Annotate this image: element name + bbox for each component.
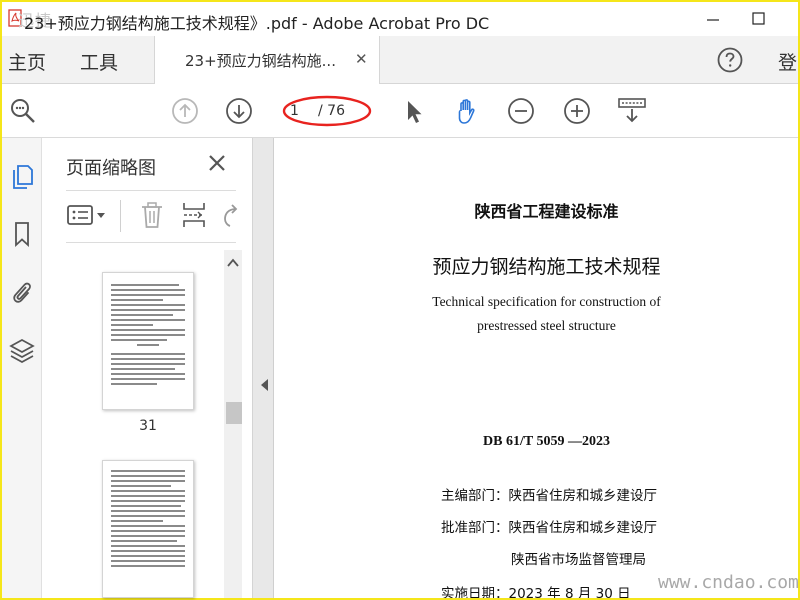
zoom-search-icon[interactable]	[8, 96, 38, 126]
chevron-up-icon[interactable]	[224, 254, 242, 272]
thumbnail-page-label: 31	[139, 418, 157, 434]
approver-department: 批准部门：陕西省住房和城乡建设厅	[441, 520, 657, 536]
close-icon[interactable]	[206, 152, 228, 174]
pages-icon[interactable]	[8, 162, 36, 190]
panel-title: 页面缩略图	[66, 158, 156, 179]
scrollbar-thumb[interactable]	[226, 402, 242, 424]
document-view[interactable]: 陕西省工程建设标准 预应力钢结构施工技术规程 Technical specifi…	[275, 138, 798, 598]
minimize-icon[interactable]	[698, 6, 728, 32]
panel-divider	[66, 190, 236, 191]
document-tab-label: 23+预应力钢结构施...	[185, 52, 336, 70]
collapse-left-icon[interactable]	[259, 378, 269, 392]
tab-document[interactable]: 23+预应力钢结构施... ✕	[154, 36, 380, 84]
document-title-cn: 预应力钢结构施工技术规程	[432, 256, 661, 278]
help-icon[interactable]	[716, 46, 744, 74]
thumbnail-options-icon[interactable]	[66, 200, 110, 230]
tab-bar: 主页 工具 23+预应力钢结构施... ✕ 登	[2, 36, 798, 84]
document-title-en-line1: Technical specification for construction…	[432, 294, 661, 309]
page-navigator: / 76	[282, 94, 372, 128]
delete-icon[interactable]	[138, 200, 166, 230]
sign-in-link[interactable]: 登	[778, 48, 797, 75]
page-thumbnail[interactable]	[102, 460, 194, 598]
zoom-in-icon[interactable]	[562, 96, 592, 126]
left-rail	[2, 138, 42, 598]
bookmark-icon[interactable]	[8, 220, 36, 248]
tab-home[interactable]: 主页	[8, 48, 46, 75]
hand-tool-icon[interactable]	[452, 96, 482, 126]
editor-department: 主编部门：陕西省住房和城乡建设厅	[441, 488, 657, 504]
attachment-icon[interactable]	[8, 278, 36, 306]
panel-splitter[interactable]	[252, 138, 274, 598]
maximize-icon[interactable]	[744, 6, 774, 32]
toolbar-divider	[120, 200, 121, 232]
prev-page-icon[interactable]	[170, 96, 200, 126]
panel-divider-2	[66, 242, 236, 243]
scrollbar[interactable]	[224, 250, 242, 598]
next-page-icon[interactable]	[224, 96, 254, 126]
document-title-en-line2: prestressed steel structure	[477, 318, 616, 333]
tab-tools[interactable]: 工具	[80, 48, 118, 75]
page-thumbnail[interactable]	[102, 272, 194, 410]
thumbnail-panel: 页面缩略图 31	[42, 138, 252, 598]
title-bar: 迅捷 23+预应力钢结构施工技术规程》.pdf - Adobe Acrobat …	[2, 2, 798, 36]
rotate-icon[interactable]	[220, 200, 238, 230]
toolbar: / 76	[2, 84, 798, 138]
site-watermark: www.cndao.com	[658, 572, 799, 593]
insert-page-icon[interactable]	[180, 200, 208, 230]
layers-icon[interactable]	[8, 336, 36, 364]
standard-type: 陕西省工程建设标准	[474, 202, 619, 221]
approver-department-2: 陕西省市场监督管理局	[511, 552, 646, 568]
zoom-out-icon[interactable]	[506, 96, 536, 126]
annotation-oval	[282, 95, 372, 127]
window-title: 23+预应力钢结构施工技术规程》.pdf - Adobe Acrobat Pro…	[24, 14, 490, 33]
effective-date: 实施日期：2023 年 8 月 30 日	[441, 586, 631, 598]
standard-code: DB 61/T 5059 —2023	[483, 434, 610, 449]
scroll-mode-icon[interactable]	[616, 96, 648, 126]
close-tab-icon[interactable]: ✕	[355, 50, 368, 68]
select-arrow-icon[interactable]	[398, 96, 428, 126]
